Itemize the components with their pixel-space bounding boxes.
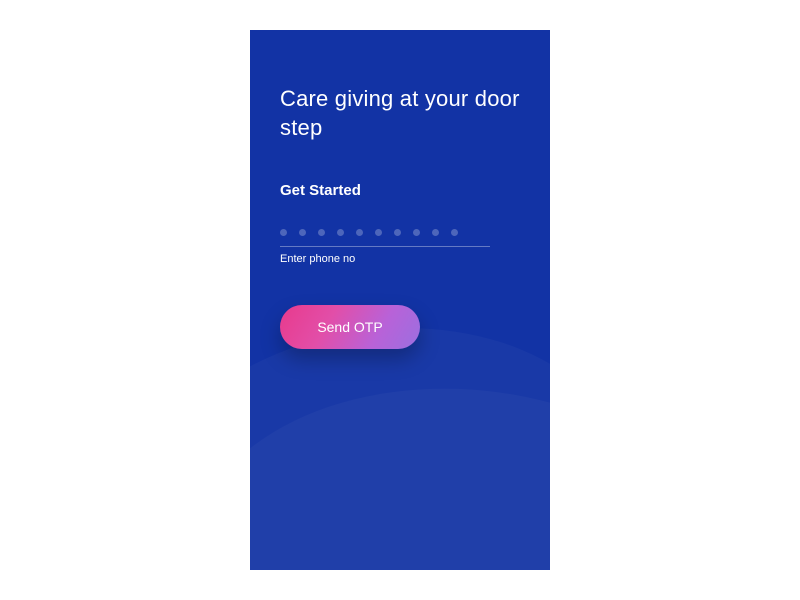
phone-input-label: Enter phone no: [280, 253, 520, 265]
send-otp-button[interactable]: Send OTP: [280, 305, 420, 349]
background-wave: [250, 362, 550, 570]
get-started-heading: Get Started: [280, 182, 520, 199]
page-title: Care giving at your door step: [280, 85, 520, 142]
phone-input-group: Enter phone no: [280, 229, 520, 265]
onboarding-screen: Care giving at your door step Get Starte…: [250, 30, 550, 570]
